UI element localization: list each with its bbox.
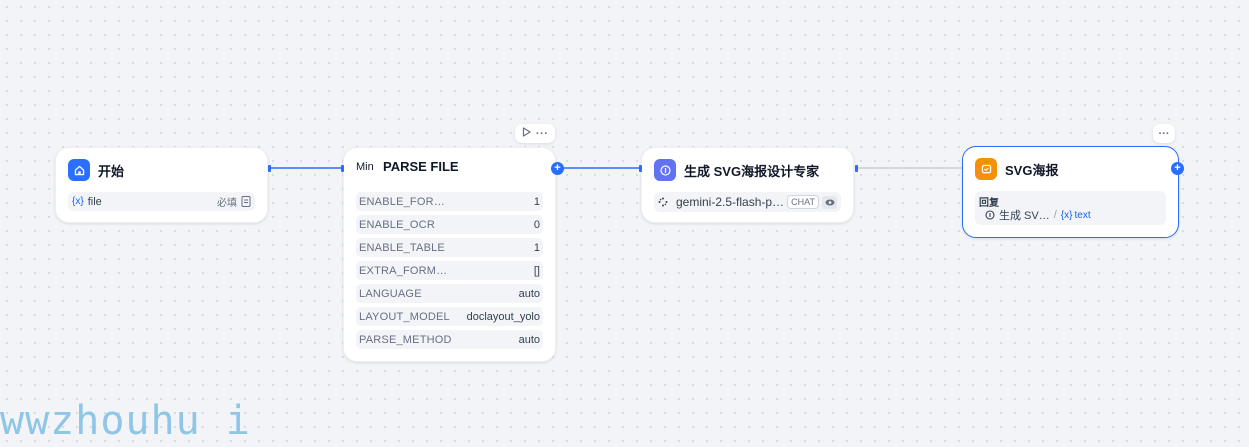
param-key: LANGUAGE: [359, 287, 422, 300]
param-key: LAYOUT_MODEL: [359, 310, 450, 323]
start-node[interactable]: 开始 {x} file 必填: [55, 147, 268, 223]
param-value: doclayout_yolo: [466, 310, 540, 323]
param-key: ENABLE_TABLE: [359, 241, 445, 254]
watermark-text: wwzhouhu i: [0, 398, 251, 444]
parse-node-toolbar: ···: [515, 124, 555, 143]
answer-node-toolbar: ···: [1153, 124, 1175, 143]
more-icon[interactable]: ···: [1159, 128, 1170, 140]
llm-node-title: 生成 SVG海报设计专家: [684, 163, 820, 179]
mode-tag: CHAT: [787, 195, 819, 209]
model-selector[interactable]: gemini-2.5-flash-p… CHAT: [654, 192, 841, 212]
llm-input-handle[interactable]: [639, 165, 642, 172]
start-output-handle[interactable]: [268, 165, 271, 172]
param-value: []: [533, 264, 540, 277]
start-node-title: 开始: [98, 163, 125, 179]
ref-node-name: 生成 SV…: [999, 210, 1050, 222]
llm-node[interactable]: 生成 SVG海报设计专家 gemini-2.5-flash-p… CHAT: [641, 147, 854, 223]
llm-ref-icon: [985, 210, 995, 220]
document-icon: [241, 196, 251, 207]
model-provider-icon: [658, 197, 668, 207]
more-icon[interactable]: ···: [536, 128, 549, 140]
llm-output-handle[interactable]: [855, 165, 858, 172]
variable-icon: {x}: [1060, 209, 1073, 221]
param-key: EXTRA_FORM…: [359, 264, 448, 277]
required-label: 必填: [217, 198, 237, 209]
ref-separator: /: [1053, 209, 1057, 221]
answer-icon: [975, 158, 997, 180]
start-variable-file[interactable]: {x} file 必填: [68, 192, 255, 211]
param-row: ENABLE_OCR 0: [356, 215, 543, 234]
answer-node-title: SVG海报: [1005, 162, 1059, 178]
answer-add-next-button[interactable]: +: [1171, 162, 1184, 175]
parse-node-title: PARSE FILE: [383, 159, 459, 174]
param-row: LANGUAGE auto: [356, 284, 543, 303]
home-icon: [68, 159, 90, 181]
param-value: 0: [533, 218, 540, 231]
param-row: LAYOUT_MODEL doclayout_yolo: [356, 307, 543, 326]
reply-variable-ref: 生成 SV… / {x} text: [985, 207, 1091, 223]
eye-icon[interactable]: [822, 195, 837, 209]
param-row: EXTRA_FORM… []: [356, 261, 543, 280]
param-row: PARSE_METHOD auto: [356, 330, 543, 349]
parse-add-next-button[interactable]: +: [551, 162, 564, 175]
answer-node[interactable]: SVG海报 回复 生成 SV… / {x} text: [962, 146, 1179, 238]
parse-input-handle[interactable]: [341, 165, 344, 172]
param-row: ENABLE_TABLE 1: [356, 238, 543, 257]
answer-reply-box[interactable]: 回复 生成 SV… / {x} text: [975, 191, 1166, 225]
param-key: PARSE_METHOD: [359, 333, 452, 346]
param-value: 1: [533, 241, 540, 254]
mineru-logo: Min: [356, 160, 374, 173]
variable-name: file: [87, 195, 102, 208]
variable-icon: {x}: [72, 196, 84, 207]
parse-file-node[interactable]: Min PARSE FILE ENABLE_FOR… 1 ENABLE_OCR 0 EN…: [343, 147, 556, 362]
play-icon[interactable]: [522, 127, 531, 140]
param-key: ENABLE_OCR: [359, 218, 435, 231]
param-row: ENABLE_FOR… 1: [356, 192, 543, 211]
param-key: ENABLE_FOR…: [359, 195, 445, 208]
ref-var-name: text: [1074, 209, 1091, 221]
param-value: auto: [518, 287, 540, 300]
param-value: 1: [533, 195, 540, 208]
llm-icon: [654, 159, 676, 181]
model-name: gemini-2.5-flash-p…: [676, 195, 785, 209]
param-value: auto: [518, 333, 540, 346]
